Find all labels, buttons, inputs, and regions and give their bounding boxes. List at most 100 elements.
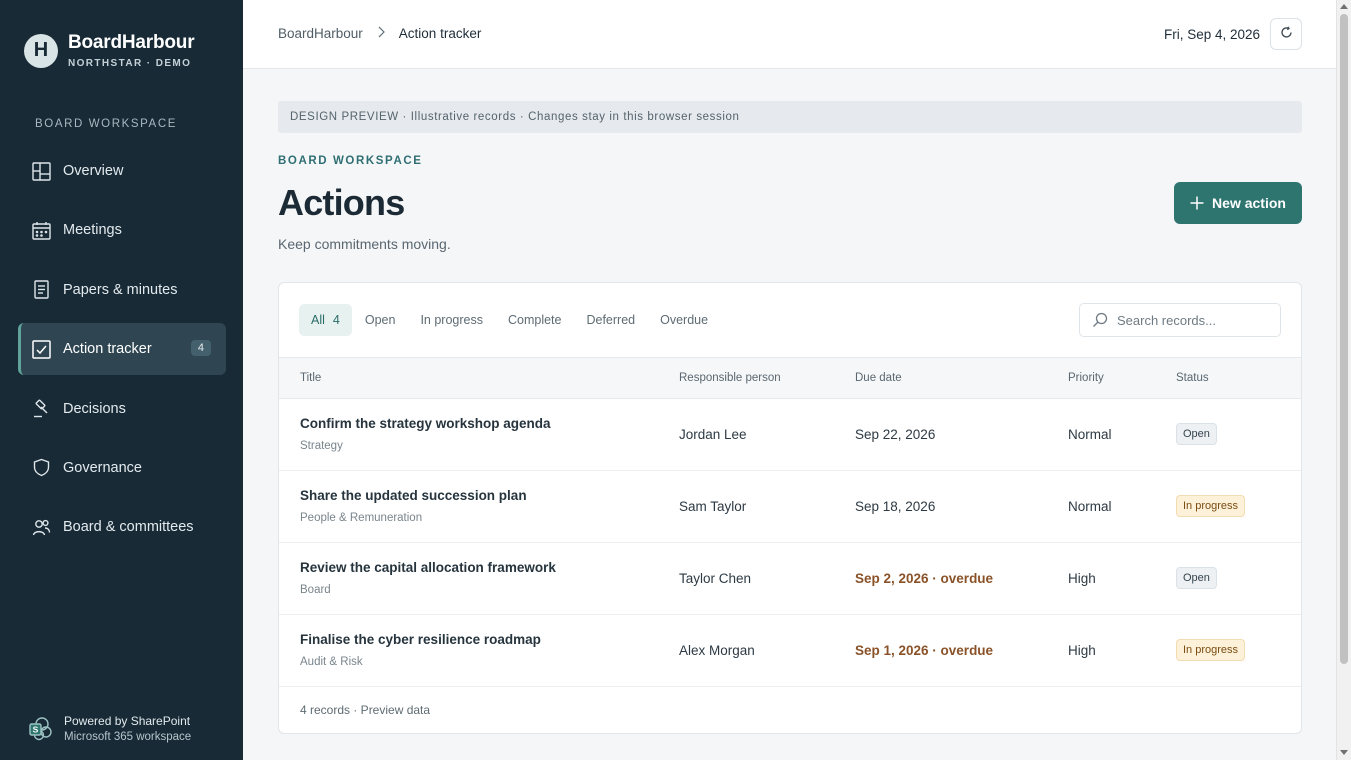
breadcrumb-root[interactable]: BoardHarbour <box>278 26 363 41</box>
table-row[interactable]: Finalise the cyber resilience roadmap Au… <box>279 615 1301 687</box>
filter-tab-overdue[interactable]: Overdue <box>648 304 720 336</box>
sidebar-item-papers[interactable]: Papers & minutes <box>18 264 226 316</box>
search-icon <box>1092 312 1108 328</box>
status-badge: Open <box>1176 423 1217 445</box>
sidebar-item-label: Board & committees <box>63 519 194 536</box>
refresh-button[interactable] <box>1270 18 1302 50</box>
status-badge: In progress <box>1176 495 1246 517</box>
sidebar-item-overview[interactable]: Overview <box>18 145 226 197</box>
shield-icon <box>31 458 51 478</box>
column-header-responsible[interactable]: Responsible person <box>679 372 781 384</box>
sidebar-item-label: Meetings <box>63 222 122 239</box>
page-eyebrow: BOARD WORKSPACE <box>278 155 423 167</box>
action-title[interactable]: Confirm the strategy workshop agenda <box>300 416 551 431</box>
actions-card: All 4 Open In progress Complete Deferred … <box>278 282 1302 734</box>
filter-tab-all[interactable]: All 4 <box>299 304 352 336</box>
column-header-title[interactable]: Title <box>300 372 321 384</box>
scroll-down-arrow-icon[interactable] <box>1340 750 1348 755</box>
sidebar-item-label: Papers & minutes <box>63 281 178 298</box>
scroll-up-arrow-icon[interactable] <box>1340 4 1348 9</box>
new-action-button[interactable]: New action <box>1174 182 1302 224</box>
sidebar-item-label: Action tracker <box>63 341 152 358</box>
search-box <box>1079 303 1281 337</box>
table-header: Title Responsible person Due date Priori… <box>279 357 1301 399</box>
count-badge: 4 <box>190 340 211 357</box>
sidebar-item-label: Decisions <box>63 400 126 417</box>
new-action-label: New action <box>1212 195 1286 211</box>
responsible-person: Alex Morgan <box>679 643 755 658</box>
table-row[interactable]: Review the capital allocation framework … <box>279 543 1301 615</box>
column-header-priority[interactable]: Priority <box>1068 372 1104 384</box>
checkbox-icon <box>31 339 51 359</box>
filter-tab-count: 4 <box>332 313 340 327</box>
calendar-icon <box>31 220 51 240</box>
sidebar-item-governance[interactable]: Governance <box>18 442 226 494</box>
refresh-icon <box>1280 26 1293 42</box>
column-header-status[interactable]: Status <box>1176 372 1209 384</box>
sidebar-item-label: Overview <box>63 163 124 179</box>
footer-workspace: Microsoft 365 workspace <box>64 731 192 743</box>
sidebar: H BoardHarbour NORTHSTAR · DEMO BOARD WO… <box>0 0 243 760</box>
page-title: Actions <box>278 182 405 223</box>
priority: Normal <box>1068 499 1112 514</box>
layout-grid-icon <box>31 161 51 181</box>
breadcrumb-current: Action tracker <box>398 26 482 41</box>
current-date: Fri, Sep 4, 2026 <box>1164 27 1261 42</box>
priority: Normal <box>1068 427 1112 442</box>
responsible-person: Sam Taylor <box>679 499 747 514</box>
filter-tab-in-progress[interactable]: In progress <box>408 304 495 336</box>
status-badge: In progress <box>1176 639 1246 661</box>
filter-tab-open[interactable]: Open <box>353 304 408 336</box>
nav-section-label: BOARD WORKSPACE <box>35 118 177 130</box>
action-title[interactable]: Share the updated succession plan <box>300 488 527 503</box>
people-icon <box>31 517 51 537</box>
table-row[interactable]: Confirm the strategy workshop agenda Str… <box>279 399 1301 471</box>
search-input[interactable] <box>1117 312 1277 328</box>
page-subtitle: Keep commitments moving. <box>278 236 451 252</box>
footer-powered-by: Powered by SharePoint <box>64 714 191 728</box>
chevron-right-icon <box>377 26 385 41</box>
status-badge: Open <box>1176 567 1217 589</box>
filter-tab-complete[interactable]: Complete <box>496 304 574 336</box>
status-filter-tabs: All 4 Open In progress Complete Deferred … <box>299 304 721 336</box>
filter-tab-deferred[interactable]: Deferred <box>574 304 647 336</box>
sharepoint-footer: S Powered by SharePoint Microsoft 365 wo… <box>28 714 191 743</box>
sidebar-item-action-tracker[interactable]: Action tracker 4 <box>18 323 226 376</box>
responsible-person: Taylor Chen <box>679 571 752 586</box>
topbar: BoardHarbour Action tracker Fri, Sep 4, … <box>243 0 1336 69</box>
sidebar-item-decisions[interactable]: Decisions <box>18 383 226 435</box>
sidebar-item-label: Governance <box>63 459 142 476</box>
filter-tab-label: All <box>311 313 325 327</box>
due-date-overdue: Sep 2, 2026 · overdue <box>855 571 994 586</box>
document-icon <box>31 280 51 300</box>
action-category: Board <box>300 584 331 596</box>
action-title[interactable]: Review the capital allocation framework <box>300 560 556 575</box>
breadcrumb: BoardHarbour Action tracker <box>278 26 481 41</box>
brand-name: BoardHarbour <box>68 32 195 53</box>
due-date: Sep 18, 2026 <box>855 499 936 514</box>
responsible-person: Jordan Lee <box>679 427 747 442</box>
column-header-due-date[interactable]: Due date <box>855 372 902 384</box>
sidebar-nav: Overview Meetings Papers & minutes Actio… <box>18 145 226 561</box>
scrollbar-thumb[interactable] <box>1340 14 1348 664</box>
action-category: People & Remuneration <box>300 512 423 524</box>
brand-subtitle: NORTHSTAR · DEMO <box>68 58 192 69</box>
priority: High <box>1068 571 1096 586</box>
action-title[interactable]: Finalise the cyber resilience roadmap <box>300 632 541 647</box>
plus-icon <box>1190 196 1204 210</box>
table-footer: 4 records · Preview data <box>300 703 431 717</box>
gavel-icon <box>31 399 51 419</box>
brand-logo: H <box>24 33 58 68</box>
action-category: Strategy <box>300 440 343 452</box>
svg-text:S: S <box>33 724 39 734</box>
action-category: Audit & Risk <box>300 656 363 668</box>
page-scrollbar[interactable] <box>1336 0 1351 760</box>
sharepoint-icon: S <box>28 716 54 742</box>
priority: High <box>1068 643 1096 658</box>
brand[interactable]: H BoardHarbour NORTHSTAR · DEMO <box>24 32 195 69</box>
table-row[interactable]: Share the updated succession plan People… <box>279 471 1301 543</box>
sidebar-item-meetings[interactable]: Meetings <box>18 204 226 256</box>
sidebar-item-board-committees[interactable]: Board & committees <box>18 501 226 553</box>
main-content: DESIGN PREVIEW · Illustrative records · … <box>243 69 1336 760</box>
preview-banner: DESIGN PREVIEW · Illustrative records · … <box>278 101 1302 133</box>
